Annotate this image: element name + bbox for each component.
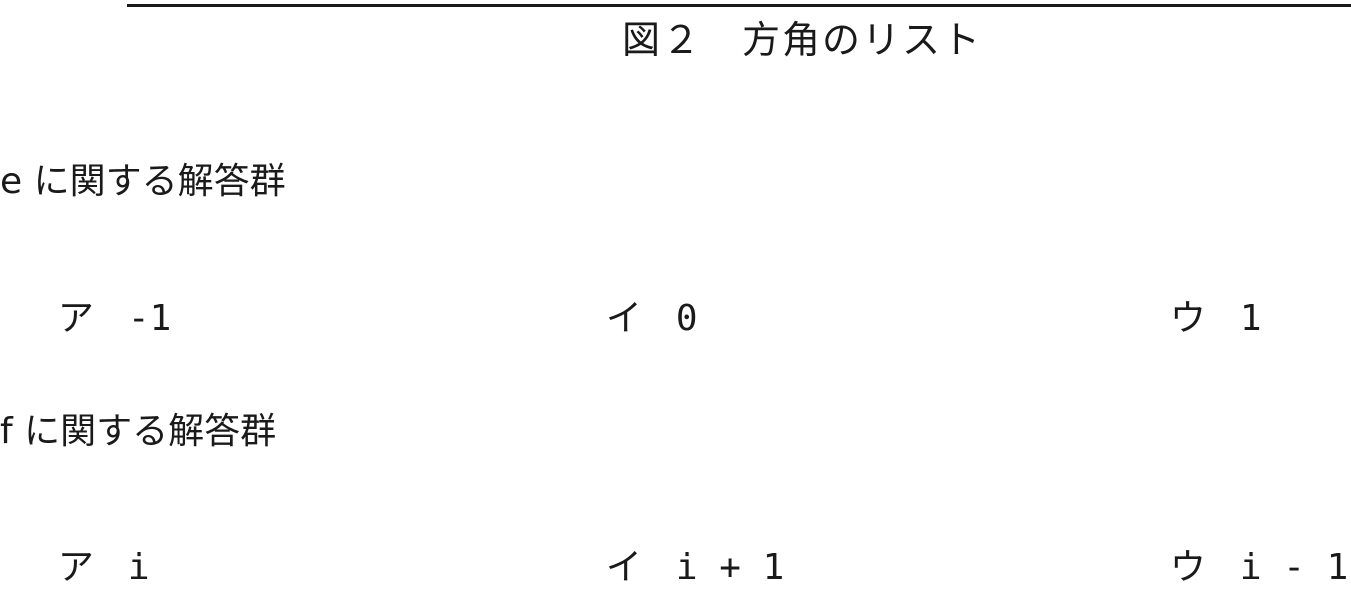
answer-group-e-choice-u[interactable]: ウ1 bbox=[1147, 253, 1262, 341]
figure-bottom-border bbox=[127, 0, 1351, 7]
answer-group-e-choice-a[interactable]: ア -1 bbox=[35, 253, 171, 341]
choice-label: イ bbox=[605, 298, 642, 339]
choice-value: 0 bbox=[675, 298, 698, 339]
answer-group-f-choice-i[interactable]: イi + 1 bbox=[583, 502, 784, 590]
choice-value: 1 bbox=[1239, 298, 1262, 339]
figure-caption: 図２ 方角のリスト bbox=[622, 18, 983, 62]
answer-group-e-choice-i[interactable]: イ0 bbox=[583, 253, 698, 341]
answer-group-e-heading: e に関する解答群 bbox=[0, 161, 286, 202]
answer-group-f-choice-u[interactable]: ウi - 1 bbox=[1147, 502, 1348, 590]
choice-label: イ bbox=[605, 547, 642, 588]
choice-label: ウ bbox=[1169, 298, 1206, 339]
choice-label: ウ bbox=[1169, 547, 1206, 588]
choice-value: -1 bbox=[127, 298, 172, 339]
choice-label: ア bbox=[57, 298, 94, 339]
answer-group-f-heading: f に関する解答群 bbox=[0, 411, 277, 452]
answer-group-f-choice-a[interactable]: アi bbox=[35, 502, 150, 590]
choice-label: ア bbox=[57, 547, 94, 588]
